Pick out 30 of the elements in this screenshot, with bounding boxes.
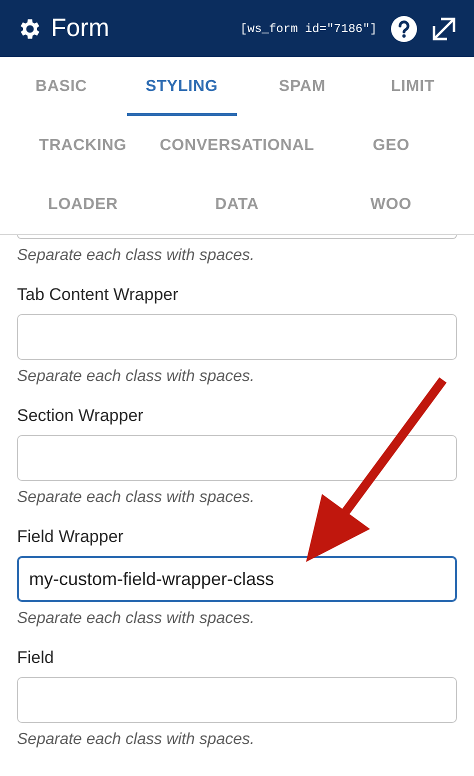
input-field[interactable]: [17, 314, 457, 360]
help-text: Separate each class with spaces.: [17, 730, 256, 750]
tab[interactable]: LIMIT: [358, 57, 468, 116]
help-text: Separate each class with spaces.: [17, 609, 256, 629]
help-button[interactable]: [391, 16, 417, 42]
tab[interactable]: DATA: [160, 175, 314, 234]
shortcode-text: [ws_form id="7186"]: [240, 20, 377, 38]
help-text: Separate each class with spaces.: [17, 246, 256, 266]
tab[interactable]: SPAM: [247, 57, 358, 116]
tab[interactable]: GEO: [314, 116, 468, 175]
help-text: Separate each class with spaces.: [17, 488, 256, 508]
input-field[interactable]: my-custom-field-wrapper-class: [17, 556, 457, 602]
help-text: Separate each class with spaces.: [17, 367, 256, 387]
tab[interactable]: BASIC: [6, 57, 116, 116]
input-field[interactable]: [17, 435, 457, 481]
tab[interactable]: TRACKING: [6, 116, 160, 175]
expand-icon: [431, 16, 457, 42]
input-field[interactable]: [17, 235, 457, 239]
input-field[interactable]: [17, 677, 457, 723]
field-label: Section Wrapper: [17, 405, 144, 427]
tab[interactable]: CONVERSATIONAL: [160, 116, 314, 175]
expand-button[interactable]: [431, 16, 457, 42]
tab[interactable]: LOADER: [6, 175, 160, 234]
field-label: Field Wrapper: [17, 526, 124, 548]
field-label: Tab Content Wrapper: [17, 284, 180, 306]
window-title: Form: [51, 12, 110, 44]
tab[interactable]: STYLING: [126, 57, 237, 116]
tab[interactable]: WOO: [314, 175, 468, 234]
field-label: Field: [17, 647, 55, 669]
help-icon: [396, 20, 412, 38]
